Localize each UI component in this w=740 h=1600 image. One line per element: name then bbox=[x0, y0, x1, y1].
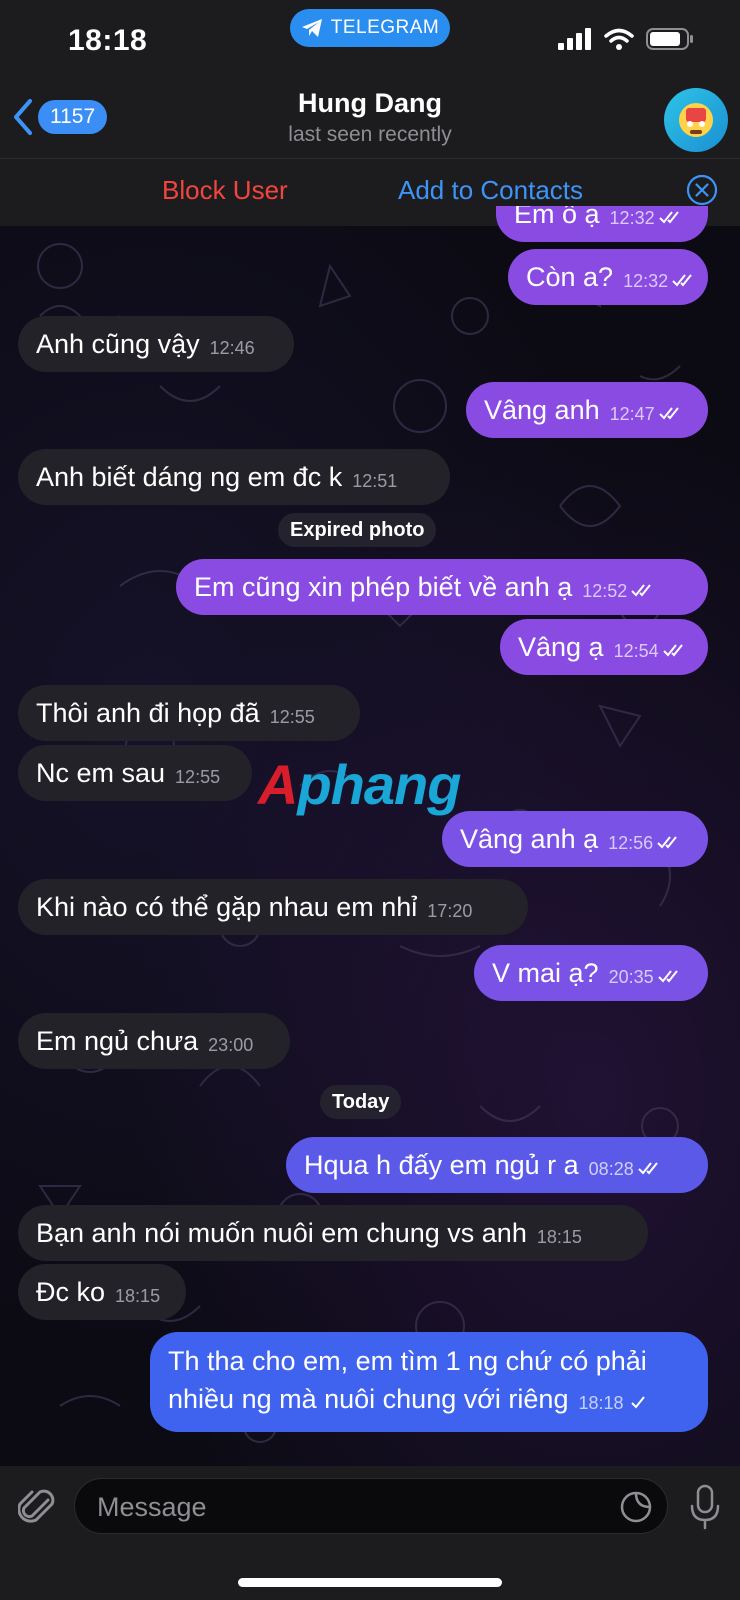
service-message-expired-photo: Expired photo bbox=[278, 513, 437, 547]
message-bubble-incoming[interactable]: Anh biết dáng ng em đc k 12:51 bbox=[18, 449, 450, 505]
message-text: Nc em sau bbox=[36, 758, 166, 788]
message-time: 12:51 bbox=[352, 471, 398, 491]
paper-plane-icon bbox=[301, 19, 322, 37]
double-check-icon bbox=[672, 274, 692, 287]
message-text-line-2: nhiều ng mà nuôi chung với riêng bbox=[168, 1384, 569, 1414]
avatar[interactable] bbox=[664, 88, 728, 152]
message-time: 12:32 bbox=[623, 271, 669, 291]
message-bubble-outgoing[interactable]: V mai ạ? 20:35 bbox=[474, 945, 708, 1001]
message-time: 18:15 bbox=[536, 1227, 582, 1247]
message-time: 18:18 bbox=[578, 1393, 624, 1413]
message-time: 12:46 bbox=[209, 338, 255, 358]
message-bubble-incoming[interactable]: Khi nào có thể gặp nhau em nhỉ 17:20 bbox=[18, 879, 528, 935]
telegram-pill-label: TELEGRAM bbox=[330, 17, 440, 38]
chat-title[interactable]: Hung Dang bbox=[0, 88, 740, 119]
message-text: Em ổ ạ bbox=[514, 206, 600, 229]
message-text: Vâng ạ bbox=[518, 632, 604, 662]
wifi-icon bbox=[604, 28, 634, 50]
status-icons bbox=[558, 28, 694, 50]
double-check-icon bbox=[631, 584, 652, 597]
message-bubble-outgoing[interactable]: Hqua h đấy em ngủ r a 08:28 bbox=[286, 1137, 708, 1193]
message-time: 12:47 bbox=[609, 404, 655, 424]
message-time: 23:00 bbox=[208, 1035, 254, 1055]
sticker-icon[interactable] bbox=[619, 1490, 653, 1524]
signal-icon bbox=[558, 28, 591, 50]
composer-bar bbox=[0, 1466, 740, 1600]
message-bubble-outgoing[interactable]: Vâng anh 12:47 bbox=[466, 382, 708, 438]
message-text: Vâng anh ạ bbox=[460, 824, 599, 854]
message-text: Em ngủ chưa bbox=[36, 1026, 199, 1056]
single-check-icon bbox=[630, 1396, 645, 1409]
message-bubble-outgoing[interactable]: Em ổ ạ 12:32 bbox=[496, 206, 708, 242]
message-input[interactable] bbox=[95, 1479, 579, 1535]
message-input-container[interactable] bbox=[74, 1478, 668, 1535]
status-time: 18:18 bbox=[68, 24, 148, 57]
message-bubble-incoming[interactable]: Nc em sau 12:55 bbox=[18, 745, 252, 801]
message-text: Anh cũng vậy bbox=[36, 329, 200, 359]
add-to-contacts-button[interactable]: Add to Contacts bbox=[398, 175, 583, 206]
message-time: 08:28 bbox=[588, 1159, 634, 1179]
message-bubble-incoming[interactable]: Thôi anh đi họp đã 12:55 bbox=[18, 685, 360, 741]
message-bubble-incoming[interactable]: Em ngủ chưa 23:00 bbox=[18, 1013, 290, 1069]
chat-header: 1157 Hung Dang last seen recently bbox=[0, 80, 740, 158]
message-bubble-outgoing[interactable]: Vâng anh ạ 12:56 bbox=[442, 811, 708, 867]
message-text-line-1: Th tha cho em, em tìm 1 ng chứ có phải bbox=[168, 1346, 647, 1376]
message-text: V mai ạ? bbox=[492, 958, 599, 988]
message-text: Còn a? bbox=[526, 262, 614, 292]
microphone-icon[interactable] bbox=[690, 1484, 720, 1530]
message-bubble-incoming[interactable]: Đc ko 18:15 bbox=[18, 1264, 186, 1320]
message-time: 12:56 bbox=[608, 833, 654, 853]
message-bubble-outgoing[interactable]: Vâng ạ 12:54 bbox=[500, 619, 708, 675]
message-text: Hqua h đấy em ngủ r a bbox=[304, 1150, 579, 1180]
chat-status: last seen recently bbox=[288, 123, 452, 146]
message-text: Đc ko bbox=[36, 1277, 106, 1307]
telegram-pill[interactable]: TELEGRAM bbox=[290, 9, 450, 47]
message-time: 12:54 bbox=[613, 641, 659, 661]
double-check-icon bbox=[662, 644, 683, 657]
message-time: 12:32 bbox=[609, 208, 655, 228]
double-check-icon bbox=[657, 836, 677, 849]
message-text: Khi nào có thể gặp nhau em nhỉ bbox=[36, 892, 418, 922]
message-text: Thôi anh đi họp đã bbox=[36, 698, 260, 728]
close-icon[interactable] bbox=[686, 174, 718, 206]
message-time: 12:55 bbox=[269, 707, 315, 727]
block-user-button[interactable]: Block User bbox=[162, 175, 288, 206]
message-time: 18:15 bbox=[115, 1286, 161, 1306]
emoji-face-icon bbox=[679, 103, 713, 137]
message-bubble-outgoing[interactable]: Th tha cho em, em tìm 1 ng chứ có phải n… bbox=[150, 1332, 708, 1432]
message-bubble-outgoing[interactable]: Còn a? 12:32 bbox=[508, 249, 708, 305]
status-bar: 18:18 TELEGRAM bbox=[0, 0, 740, 80]
message-time: 12:55 bbox=[175, 767, 221, 787]
double-check-icon bbox=[657, 970, 678, 983]
message-time: 17:20 bbox=[427, 901, 473, 921]
message-text: Anh biết dáng ng em đc k bbox=[36, 462, 343, 492]
message-bubble-incoming[interactable]: Anh cũng vậy 12:46 bbox=[18, 316, 294, 372]
message-text: Vâng anh bbox=[484, 395, 600, 425]
date-separator: Today bbox=[320, 1085, 402, 1119]
double-check-icon bbox=[658, 407, 679, 420]
battery-icon bbox=[646, 28, 693, 50]
double-check-icon bbox=[638, 1162, 658, 1175]
message-text: Bạn anh nói muốn nuôi em chung vs anh bbox=[36, 1218, 527, 1248]
message-time: 20:35 bbox=[608, 967, 654, 987]
message-bubble-outgoing[interactable]: Em cũng xin phép biết về anh ạ 12:52 bbox=[176, 559, 708, 615]
message-time: 12:52 bbox=[582, 581, 628, 601]
message-text: Em cũng xin phép biết về anh ạ bbox=[194, 572, 573, 602]
watermark-logo: Aphang bbox=[258, 753, 461, 816]
home-indicator bbox=[238, 1578, 502, 1587]
double-check-icon bbox=[658, 211, 679, 224]
message-bubble-incoming[interactable]: Bạn anh nói muốn nuôi em chung vs anh 18:… bbox=[18, 1205, 648, 1261]
paperclip-icon[interactable] bbox=[18, 1486, 58, 1530]
